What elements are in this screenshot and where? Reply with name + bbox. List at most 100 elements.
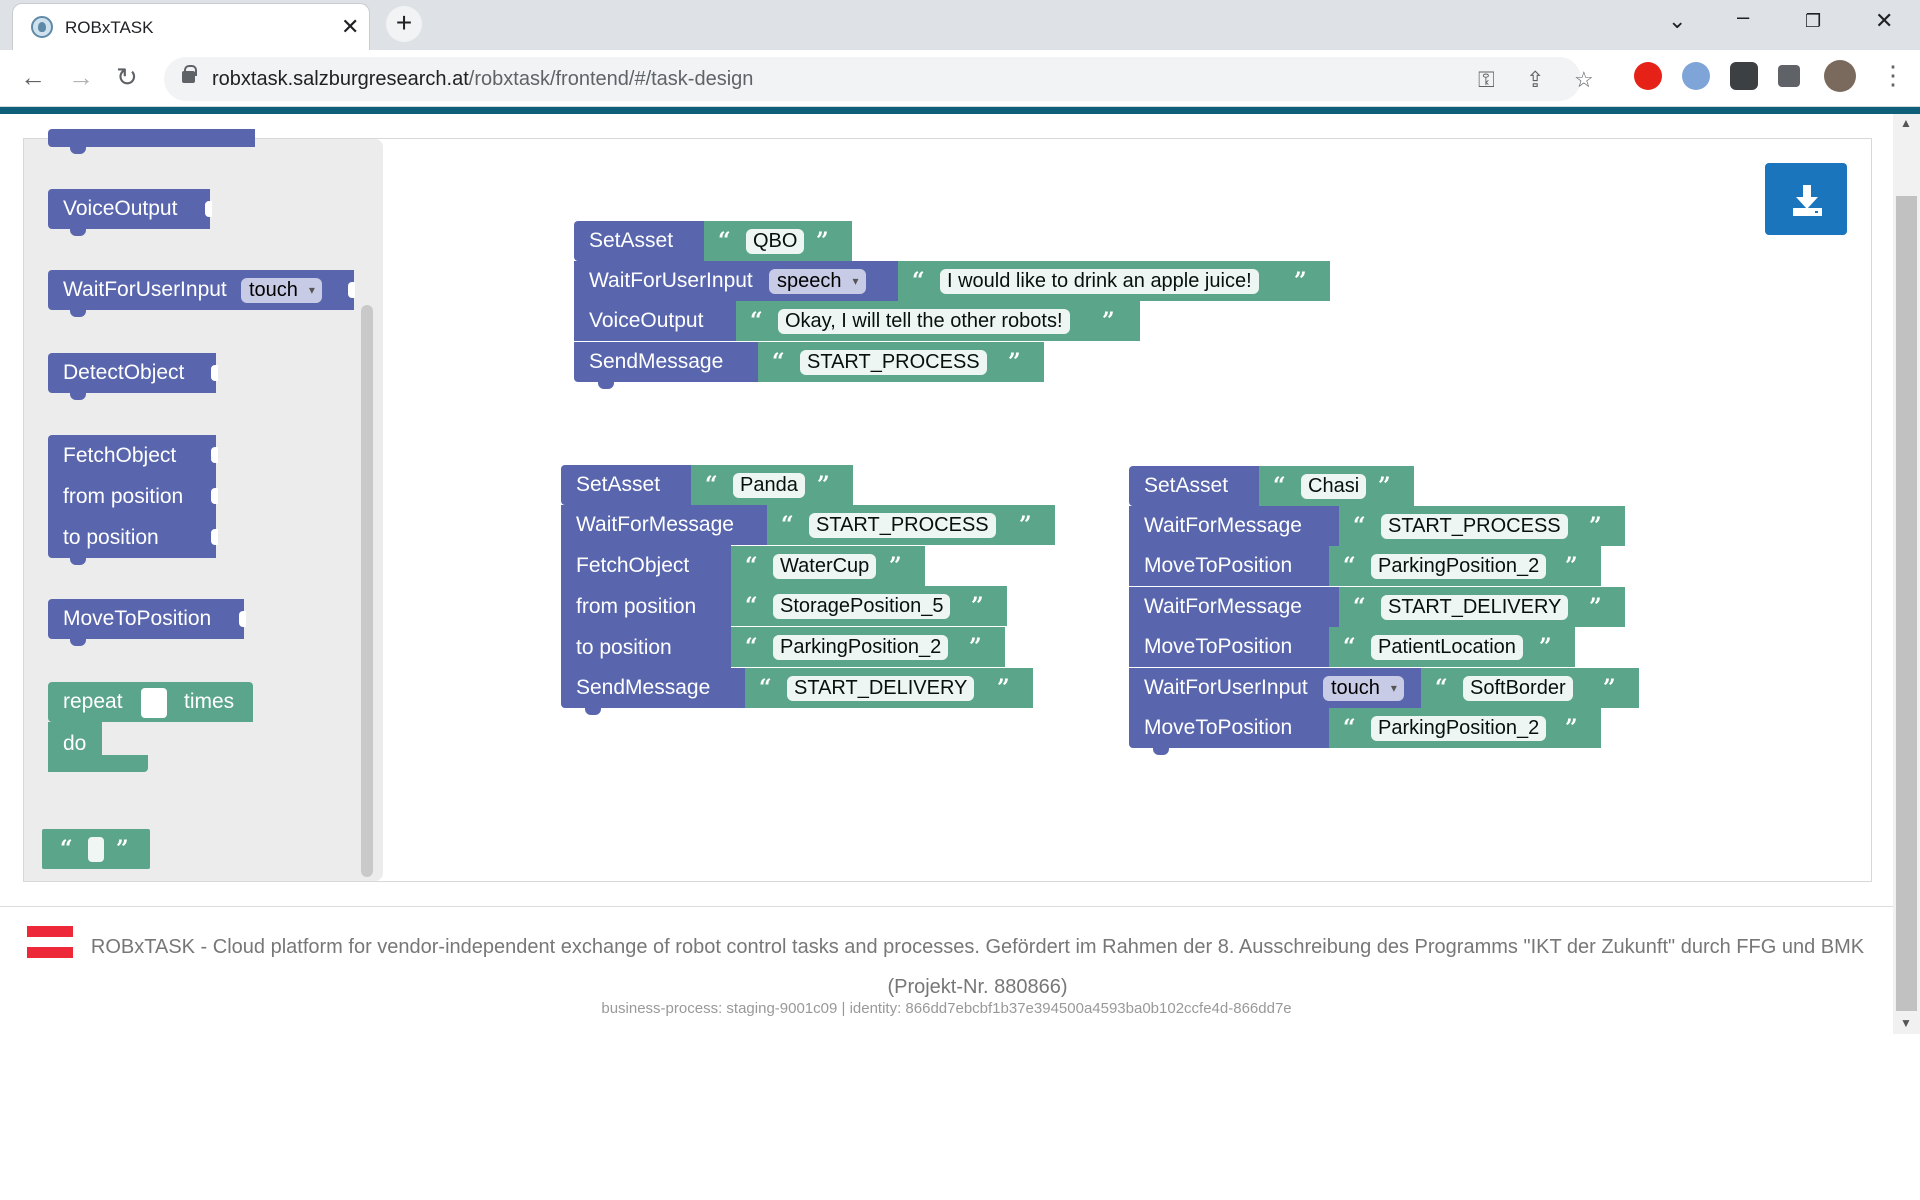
key-icon[interactable]: ⚿ — [1478, 67, 1495, 93]
text-value[interactable]: SoftBorder — [1463, 676, 1573, 701]
text-block[interactable]: “ SoftBorder ” — [1421, 668, 1639, 708]
repeat-do-section: do — [48, 722, 102, 772]
message-value[interactable]: START_DELIVERY — [1381, 595, 1569, 620]
input-mode-dropdown[interactable]: touch — [1323, 676, 1404, 701]
text-block[interactable]: “ WaterCup ” — [731, 546, 925, 586]
block-label: SendMessage — [589, 350, 724, 373]
extension-icon[interactable] — [1730, 62, 1758, 90]
text-block[interactable]: “ START_DELIVERY ” — [745, 668, 1033, 708]
block-label: WaitForMessage — [1144, 595, 1302, 618]
chevron-down-icon[interactable]: ⌄ — [1668, 8, 1686, 34]
position-value[interactable]: ParkingPosition_2 — [773, 635, 949, 660]
quote-close-icon: ” — [1378, 473, 1391, 499]
tab-close-icon[interactable]: ✕ — [341, 14, 359, 40]
flyout-scrollbar[interactable] — [361, 305, 373, 877]
object-value[interactable]: WaterCup — [773, 554, 877, 579]
move-to-position-block[interactable]: MoveToPosition — [1129, 708, 1329, 748]
url-text[interactable]: robxtask.salzburgresearch.at/robxtask/fr… — [212, 68, 753, 91]
detect-object-block[interactable]: DetectObject — [48, 353, 216, 393]
text-block[interactable]: “ START_DELIVERY ” — [1339, 587, 1625, 627]
asset-value[interactable]: Chasi — [1301, 474, 1367, 499]
footer-text: ROBxTASK - Cloud platform for vendor-ind… — [90, 936, 1865, 998]
text-block[interactable]: “ ” — [42, 829, 150, 869]
text-block[interactable]: “ I would like to drink an apple juice! … — [898, 261, 1330, 301]
wait-for-user-input-block[interactable]: WaitForUserInput touch — [48, 270, 354, 310]
text-block[interactable]: “ Chasi ” — [1259, 466, 1414, 506]
close-window-icon[interactable]: ✕ — [1875, 8, 1893, 34]
restore-icon[interactable]: ❐ — [1805, 11, 1821, 32]
text-block[interactable]: “ StoragePosition_5 ” — [731, 586, 1007, 626]
empty-text-field[interactable] — [88, 837, 104, 862]
fetch-object-block[interactable]: FetchObject from position to position — [48, 435, 216, 558]
share-icon[interactable]: ⇪ — [1526, 67, 1544, 93]
back-arrow-icon[interactable]: ← — [20, 62, 46, 93]
wait-for-message-block[interactable]: WaitForMessage — [1129, 506, 1339, 546]
input-mode-dropdown[interactable]: speech — [769, 269, 866, 294]
text-block[interactable]: “ ParkingPosition_2 ” — [731, 627, 1005, 667]
wait-for-message-block[interactable]: WaitForMessage — [1129, 587, 1339, 627]
wait-for-user-input-block[interactable]: WaitForUserInput speech — [574, 261, 898, 301]
send-message-block[interactable]: SendMessage — [561, 668, 745, 708]
browser-tab[interactable]: ROBxTASK ✕ — [12, 3, 370, 50]
minimize-icon[interactable]: – — [1737, 4, 1749, 30]
message-value[interactable]: START_PROCESS — [809, 513, 996, 538]
adblock-extension-icon[interactable] — [1634, 62, 1662, 90]
asset-value[interactable]: QBO — [746, 229, 805, 254]
text-block[interactable]: “ Okay, I will tell the other robots! ” — [736, 301, 1140, 341]
input-mode-dropdown[interactable]: touch — [241, 278, 322, 303]
text-block[interactable]: “ Panda ” — [691, 465, 853, 505]
asset-value[interactable]: Panda — [733, 473, 805, 498]
text-value[interactable]: Okay, I will tell the other robots! — [778, 309, 1070, 334]
text-value[interactable]: I would like to drink an apple juice! — [940, 269, 1259, 294]
extension-icon[interactable] — [1682, 62, 1710, 90]
repeat-count-slot[interactable] — [141, 688, 167, 718]
text-block[interactable]: “ START_PROCESS ” — [758, 342, 1044, 382]
message-value[interactable]: START_PROCESS — [1381, 514, 1568, 539]
wait-for-user-input-block[interactable]: WaitForUserInput touch — [1129, 668, 1421, 708]
position-value[interactable]: PatientLocation — [1371, 635, 1523, 660]
download-button[interactable] — [1765, 163, 1847, 235]
text-block[interactable]: “ QBO ” — [704, 221, 852, 261]
reload-icon[interactable]: ↻ — [116, 62, 138, 93]
message-value[interactable]: START_DELIVERY — [787, 676, 975, 701]
page-scrollbar-thumb[interactable] — [1896, 196, 1917, 1011]
voice-output-block[interactable]: VoiceOutput — [574, 301, 736, 341]
text-block[interactable]: “ ParkingPosition_2 ” — [1329, 546, 1601, 586]
bookmark-star-icon[interactable]: ☆ — [1574, 67, 1594, 93]
quote-open-icon: “ — [781, 512, 794, 538]
message-value[interactable]: START_PROCESS — [800, 350, 987, 375]
text-block[interactable]: “ START_PROCESS ” — [1339, 506, 1625, 546]
scroll-up-arrow-icon[interactable]: ▲ — [1900, 116, 1912, 130]
move-to-position-block[interactable]: MoveToPosition — [48, 599, 244, 639]
fetch-object-block[interactable]: FetchObject from position to position — [561, 545, 731, 668]
position-value[interactable]: StoragePosition_5 — [773, 594, 951, 619]
more-menu-icon[interactable]: ⋮ — [1880, 60, 1906, 91]
set-asset-block[interactable]: SetAsset — [574, 221, 704, 261]
puzzle-extensions-icon[interactable] — [1778, 65, 1800, 87]
move-to-position-block[interactable]: MoveToPosition — [1129, 546, 1329, 586]
austria-flag-icon — [27, 926, 73, 958]
text-block[interactable]: “ START_PROCESS ” — [767, 505, 1055, 545]
address-bar[interactable]: robxtask.salzburgresearch.at/robxtask/fr… — [164, 57, 1594, 101]
position-value[interactable]: ParkingPosition_2 — [1371, 716, 1547, 741]
text-block[interactable]: “ ParkingPosition_2 ” — [1329, 708, 1601, 748]
voice-output-block[interactable]: VoiceOutput — [48, 189, 210, 229]
quote-close-icon: ” — [969, 634, 982, 660]
position-value[interactable]: ParkingPosition_2 — [1371, 554, 1547, 579]
profile-avatar[interactable] — [1824, 60, 1856, 92]
scroll-down-arrow-icon[interactable]: ▼ — [1900, 1016, 1912, 1030]
move-to-position-block[interactable]: MoveToPosition — [1129, 627, 1329, 667]
block-label: VoiceOutput — [589, 309, 704, 332]
new-tab-button[interactable]: + — [386, 6, 422, 42]
lock-icon[interactable] — [182, 65, 197, 83]
repeat-block[interactable]: repeat times — [48, 682, 253, 722]
block-label: SetAsset — [576, 473, 661, 496]
wait-for-message-block[interactable]: WaitForMessage — [561, 505, 767, 545]
text-block[interactable]: “ PatientLocation ” — [1329, 627, 1575, 667]
set-asset-block[interactable]: SetAsset — [1129, 466, 1259, 506]
send-message-block[interactable]: SendMessage — [574, 342, 758, 382]
quote-close-icon: ” — [1565, 553, 1578, 579]
set-asset-block[interactable]: SetAsset — [561, 465, 691, 505]
partial-block[interactable] — [48, 129, 255, 147]
forward-arrow-icon[interactable]: → — [68, 62, 94, 93]
